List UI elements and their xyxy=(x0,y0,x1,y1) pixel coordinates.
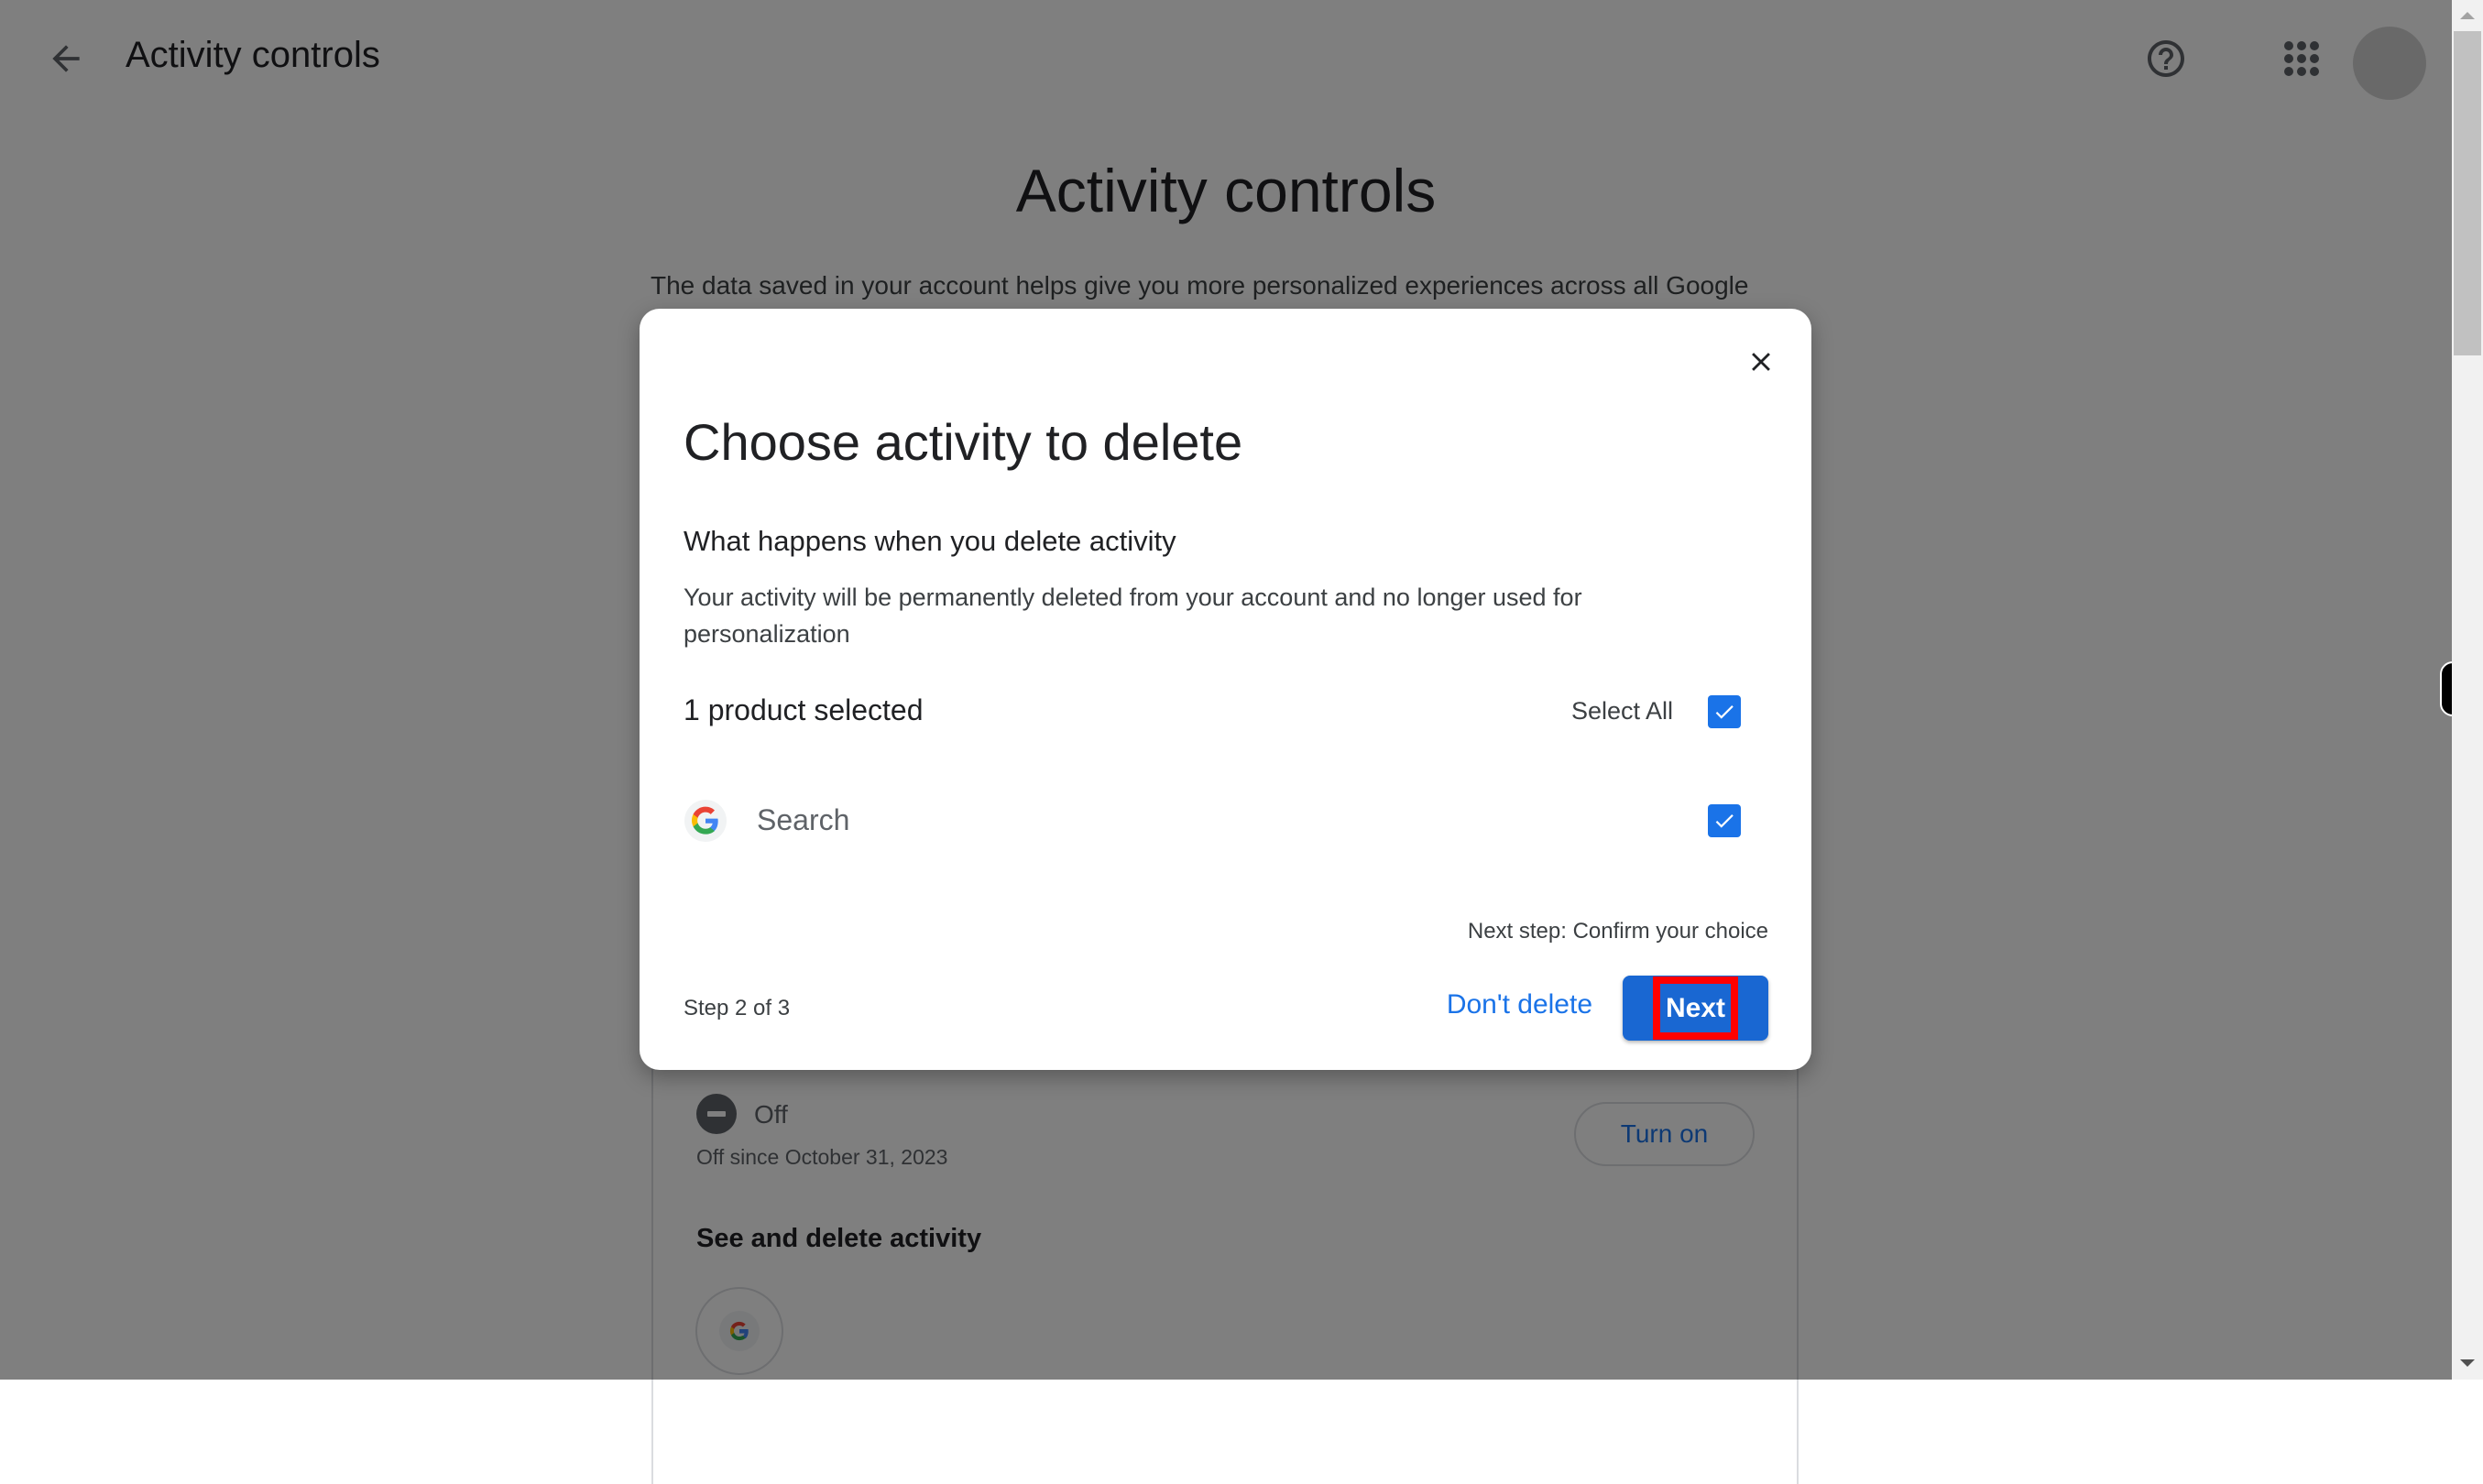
dont-delete-button[interactable]: Don't delete xyxy=(1429,989,1592,1020)
close-icon[interactable] xyxy=(1741,342,1781,382)
checkmark-icon xyxy=(1715,814,1734,828)
scroll-up-arrow-icon[interactable] xyxy=(2460,12,2475,19)
next-step-text: Next step: Confirm your choice xyxy=(1467,919,1768,944)
select-all-label[interactable]: Select All xyxy=(1503,697,1673,726)
next-button-label[interactable]: Next xyxy=(1623,976,1768,1041)
scroll-down-arrow-icon[interactable] xyxy=(2460,1359,2475,1367)
product-search-label: Search xyxy=(757,803,850,836)
dialog-title: Choose activity to delete xyxy=(684,413,1243,471)
selected-count: 1 product selected xyxy=(684,693,924,726)
product-search-checkbox[interactable] xyxy=(1708,804,1741,837)
scrollbar-thumb[interactable] xyxy=(2454,31,2481,355)
dialog-subheading: What happens when you delete activity xyxy=(684,525,1176,557)
dialog-body-text: Your activity will be permanently delete… xyxy=(684,584,1582,648)
select-all-checkbox[interactable] xyxy=(1708,695,1741,728)
checkmark-icon xyxy=(1715,705,1734,719)
step-indicator: Step 2 of 3 xyxy=(684,996,791,1020)
google-g-icon xyxy=(684,800,727,842)
